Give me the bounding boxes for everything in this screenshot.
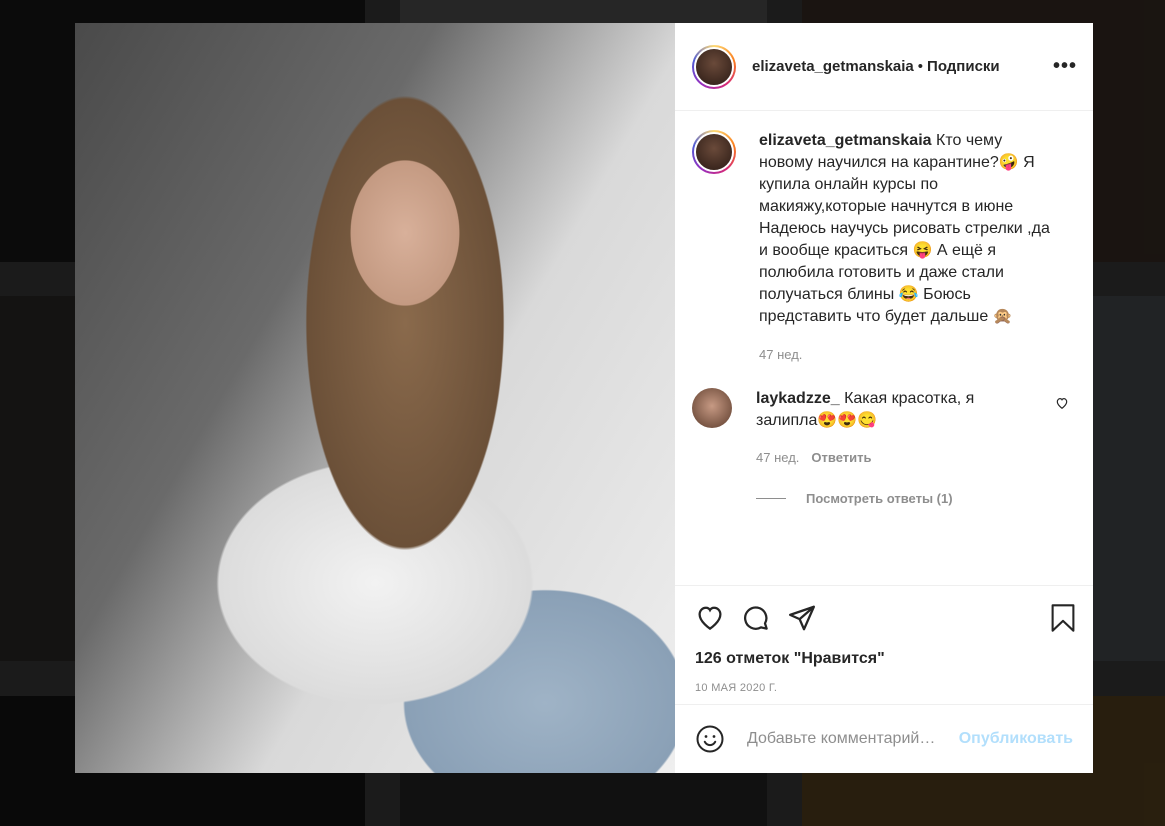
caption-username[interactable]: elizaveta_getmanskaia <box>759 132 932 149</box>
post-date[interactable]: 10 МАЯ 2020 Г. <box>695 682 1077 694</box>
caption-timestamp[interactable]: 47 нед. <box>759 344 1059 366</box>
comments-list[interactable]: elizaveta_getmanskaia Кто чему новому на… <box>675 112 1093 584</box>
following-button[interactable]: Подписки <box>927 58 1000 75</box>
replies-divider <box>756 498 786 499</box>
author-username[interactable]: elizaveta_getmanskaia <box>752 58 914 75</box>
post-actions: 126 отметок "Нравится" 10 МАЯ 2020 Г. <box>675 585 1093 694</box>
comment-timestamp[interactable]: 47 нед. <box>756 450 799 465</box>
view-replies-label: Посмотреть ответы (1) <box>806 491 953 506</box>
caption-text: Кто чему новому научился на карантине?🤪 … <box>759 132 1050 325</box>
separator-dot: • <box>917 58 924 75</box>
emoji-smiley-icon[interactable] <box>695 724 725 754</box>
view-replies-button[interactable]: Посмотреть ответы (1) <box>756 491 1077 506</box>
likes-count[interactable]: 126 отметок "Нравится" <box>695 650 1077 668</box>
reply-button[interactable]: Ответить <box>811 450 871 465</box>
share-paper-plane-icon[interactable] <box>787 603 817 633</box>
commenter-username[interactable]: laykadzze_ <box>756 390 840 407</box>
post-header: elizaveta_getmanskaia • Подписки ••• <box>675 23 1093 111</box>
more-dots-icon[interactable]: ••• <box>1053 55 1077 78</box>
comment-input[interactable] <box>745 729 953 749</box>
comment-meta: 47 нед. Ответить <box>756 450 1077 465</box>
post-modal: elizaveta_getmanskaia • Подписки ••• eli… <box>75 23 1093 773</box>
save-bookmark-icon[interactable] <box>1049 603 1077 633</box>
comment-item: laykadzze_ Какая красотка, я залипла😍😍😋 <box>692 388 1077 432</box>
add-comment-bar: Опубликовать <box>675 704 1093 773</box>
publish-button[interactable]: Опубликовать <box>959 730 1073 748</box>
author-avatar[interactable] <box>692 44 736 89</box>
caption-author-avatar[interactable] <box>692 130 736 174</box>
like-comment-heart-icon[interactable] <box>1055 396 1069 432</box>
comment-bubble-icon[interactable] <box>741 603 771 633</box>
post-side-panel: elizaveta_getmanskaia • Подписки ••• eli… <box>675 23 1093 773</box>
caption: elizaveta_getmanskaia Кто чему новому на… <box>692 130 1077 366</box>
commenter-avatar[interactable] <box>692 388 732 428</box>
post-photo[interactable] <box>75 23 675 773</box>
like-heart-icon[interactable] <box>695 603 725 633</box>
